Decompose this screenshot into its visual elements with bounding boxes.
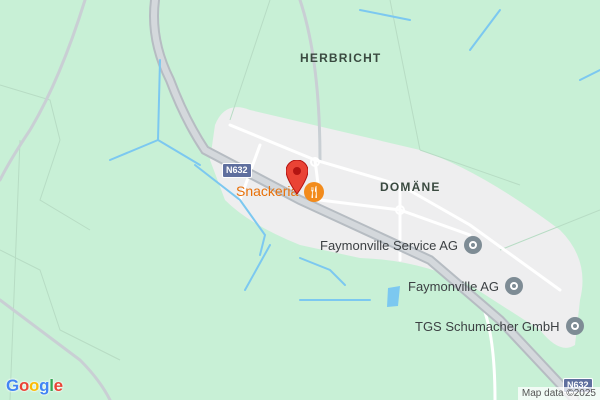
google-logo: Google bbox=[6, 376, 63, 395]
road-shield-n632: N632 bbox=[222, 163, 252, 178]
map-attribution[interactable]: Map data ©2025 bbox=[517, 387, 600, 400]
map-canvas[interactable]: HERBRICHT DOMÄNE N632 N632 Snackeria 🍴︎ … bbox=[0, 0, 600, 400]
poi-label: Faymonville AG bbox=[408, 278, 500, 294]
poi-faymonville-service[interactable]: Faymonville Service AG bbox=[320, 236, 482, 254]
area-label-herbricht: HERBRICHT bbox=[300, 51, 382, 65]
poi-label: Faymonville Service AG bbox=[320, 237, 458, 253]
pond bbox=[387, 286, 400, 307]
business-pin-icon bbox=[464, 236, 482, 254]
location-marker-icon[interactable] bbox=[286, 160, 308, 194]
poi-faymonville-ag[interactable]: Faymonville AG bbox=[408, 277, 524, 295]
builtup-area bbox=[210, 107, 583, 348]
area-label-domaene: DOMÄNE bbox=[380, 180, 441, 194]
poi-tgs-schumacher[interactable]: TGS Schumacher GmbH bbox=[415, 317, 584, 335]
business-pin-icon bbox=[505, 277, 524, 295]
poi-label: TGS Schumacher GmbH bbox=[415, 318, 560, 334]
business-pin-icon bbox=[565, 317, 584, 335]
